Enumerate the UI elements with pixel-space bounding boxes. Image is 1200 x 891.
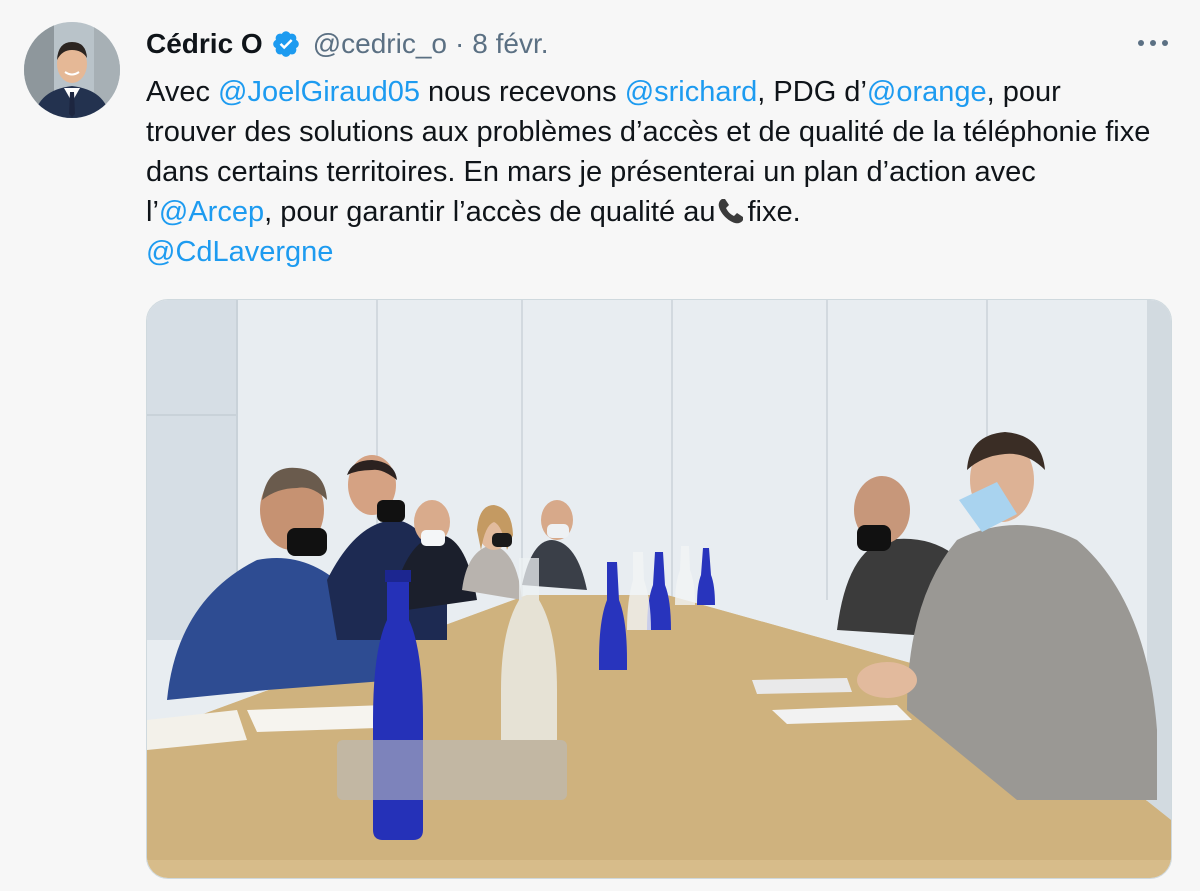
- more-dot: [1162, 40, 1168, 46]
- more-dot: [1150, 40, 1156, 46]
- tweet-photo[interactable]: [146, 299, 1172, 879]
- mention-link[interactable]: @Arcep: [159, 196, 264, 228]
- tweet-text-segment: fixe.: [747, 196, 801, 228]
- mention-link[interactable]: @JoelGiraud05: [218, 76, 420, 108]
- tweet-text-segment: nous recevons: [419, 76, 625, 108]
- tweet-text-segment: , pour garantir l’accès de qualité au: [264, 196, 716, 228]
- mention-link[interactable]: @CdLavergne: [146, 236, 333, 268]
- tweet-text-segment: , PDG d’: [757, 76, 867, 108]
- avatar[interactable]: [24, 22, 120, 118]
- more-options-icon[interactable]: [1138, 28, 1168, 58]
- tweet-date[interactable]: 8 févr.: [472, 28, 548, 60]
- author-handle[interactable]: @cedric_o: [313, 28, 447, 60]
- avatar-photo: [24, 22, 120, 118]
- verified-badge-icon: [271, 29, 301, 59]
- tweet-card: Cédric O @cedric_o · 8 févr. Avec @JoelG…: [0, 0, 1200, 891]
- header-separator: ·: [454, 28, 465, 59]
- author-name[interactable]: Cédric O: [146, 28, 263, 60]
- tweet-text-segment: Avec: [146, 76, 219, 108]
- tweet-header: Cédric O @cedric_o · 8 févr.: [146, 22, 549, 66]
- mention-link[interactable]: @orange: [867, 76, 987, 108]
- telephone-receiver-icon: [715, 195, 747, 227]
- tweet-text: Avec @JoelGiraud05 nous recevons @sricha…: [146, 72, 1156, 272]
- mention-link[interactable]: @srichard: [625, 76, 758, 108]
- more-dot: [1138, 40, 1144, 46]
- meeting-photo: [147, 300, 1171, 878]
